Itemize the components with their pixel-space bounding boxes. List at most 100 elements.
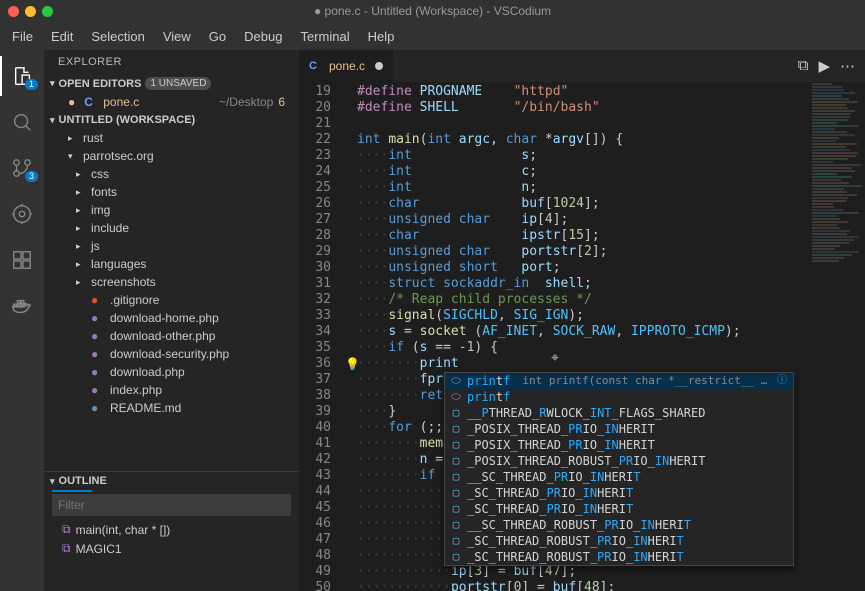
- editor[interactable]: 1920212223242526272829303132333435363738…: [299, 82, 865, 591]
- folder-item[interactable]: ▸css: [44, 165, 299, 183]
- code-line[interactable]: ····/* Reap child processes */: [341, 292, 865, 308]
- file-item[interactable]: .gitignore: [44, 291, 299, 309]
- close-window-button[interactable]: [8, 6, 19, 17]
- constant-icon: ⧉: [62, 541, 71, 556]
- explorer-icon[interactable]: 1: [0, 56, 44, 96]
- suggest-item[interactable]: ▢_POSIX_THREAD_ROBUST_PRIO_INHERIT: [445, 453, 793, 469]
- outline-filter-input[interactable]: [52, 494, 291, 516]
- line-number: 34: [301, 324, 331, 340]
- workspace-header[interactable]: UNTITLED (WORKSPACE): [44, 111, 299, 129]
- explorer-badge: 1: [25, 79, 38, 90]
- code-line[interactable]: #define SHELL "/bin/bash": [341, 100, 865, 116]
- more-icon[interactable]: ⋯: [840, 57, 855, 75]
- run-icon[interactable]: ▶: [818, 57, 830, 75]
- extensions-icon[interactable]: [0, 240, 44, 280]
- lightbulb-icon[interactable]: 💡: [345, 356, 360, 372]
- suggest-item[interactable]: ▢_POSIX_THREAD_PRIO_INHERIT: [445, 437, 793, 453]
- line-number: 27: [301, 212, 331, 228]
- suggest-item[interactable]: ▢__SC_THREAD_PRIO_INHERIT: [445, 469, 793, 485]
- code-line[interactable]: ····int c;: [341, 164, 865, 180]
- line-number: 38: [301, 388, 331, 404]
- folder-item[interactable]: ▸include: [44, 219, 299, 237]
- suggest-item[interactable]: ▢_SC_THREAD_PRIO_INHERIT: [445, 485, 793, 501]
- outline-header[interactable]: OUTLINE: [44, 472, 299, 490]
- menu-edit[interactable]: Edit: [43, 25, 81, 48]
- code-line[interactable]: ····struct sockaddr_in shell;: [341, 276, 865, 292]
- minimap[interactable]: [810, 82, 865, 591]
- menu-selection[interactable]: Selection: [83, 25, 152, 48]
- open-editors-header[interactable]: OPEN EDITORS 1 UNSAVED: [44, 74, 299, 93]
- file-item[interactable]: download-home.php: [44, 309, 299, 327]
- code-line[interactable]: ····int n;: [341, 180, 865, 196]
- info-icon[interactable]: ⓘ: [777, 373, 789, 389]
- code-line[interactable]: [341, 116, 865, 132]
- c-file-icon: [309, 60, 323, 72]
- open-editor-item[interactable]: ● pone.c ~/Desktop 6: [44, 93, 299, 111]
- function-icon: ⧉: [62, 522, 71, 537]
- line-number: 30: [301, 260, 331, 276]
- suggest-item[interactable]: ▢__PTHREAD_RWLOCK_INT_FLAGS_SHARED: [445, 405, 793, 421]
- folder-item[interactable]: ▸rust: [44, 129, 299, 147]
- dirty-dot: ●: [68, 95, 79, 109]
- suggest-widget[interactable]: ⬭printfint printf(const char *__restrict…: [444, 372, 794, 566]
- line-number: 24: [301, 164, 331, 180]
- titlebar: ● pone.c - Untitled (Workspace) - VSCodi…: [0, 0, 865, 22]
- suggest-item[interactable]: ▢_SC_THREAD_ROBUST_PRIO_INHERIT: [445, 533, 793, 549]
- scm-badge: 3: [25, 171, 38, 182]
- folder-item[interactable]: ▾parrotsec.org: [44, 147, 299, 165]
- file-item[interactable]: download.php: [44, 363, 299, 381]
- suggest-item[interactable]: ▢_SC_THREAD_ROBUST_PRIO_INHERIT: [445, 549, 793, 565]
- menu-debug[interactable]: Debug: [236, 25, 290, 48]
- suggest-item[interactable]: ▢_SC_THREAD_PRIO_INHERIT: [445, 501, 793, 517]
- editor-tab[interactable]: pone.c: [299, 50, 394, 82]
- suggest-item[interactable]: ⬭printf: [445, 389, 793, 405]
- suggest-item[interactable]: ▢__SC_THREAD_ROBUST_PRIO_INHERIT: [445, 517, 793, 533]
- activity-bar: 1 3: [0, 50, 44, 591]
- code-line[interactable]: ····unsigned char ip[4];: [341, 212, 865, 228]
- code-line[interactable]: ············ip[3] = buf[47];: [341, 564, 865, 580]
- code-line[interactable]: ····char ipstr[15];: [341, 228, 865, 244]
- search-icon[interactable]: [0, 102, 44, 142]
- scm-icon[interactable]: 3: [0, 148, 44, 188]
- file-item[interactable]: download-other.php: [44, 327, 299, 345]
- file-item[interactable]: index.php: [44, 381, 299, 399]
- menu-go[interactable]: Go: [201, 25, 234, 48]
- code-line[interactable]: ····char buf[1024];: [341, 196, 865, 212]
- folder-item[interactable]: ▸js: [44, 237, 299, 255]
- menu-terminal[interactable]: Terminal: [292, 25, 357, 48]
- file-item[interactable]: download-security.php: [44, 345, 299, 363]
- code-line[interactable]: ········print: [341, 356, 865, 372]
- split-editor-icon[interactable]: ⧉: [798, 57, 809, 75]
- suggest-item[interactable]: ⬭printfint printf(const char *__restrict…: [445, 373, 793, 389]
- folder-item[interactable]: ▸fonts: [44, 183, 299, 201]
- code-line[interactable]: #define PROGNAME "httpd": [341, 84, 865, 100]
- window-controls: [8, 6, 53, 17]
- file-item[interactable]: README.md: [44, 399, 299, 417]
- outline-item[interactable]: ⧉ MAGIC1: [44, 539, 299, 558]
- folder-item[interactable]: ▸languages: [44, 255, 299, 273]
- suggest-item[interactable]: ▢_POSIX_THREAD_PRIO_INHERIT: [445, 421, 793, 437]
- outline-item[interactable]: ⧉ main(int, char * []): [44, 520, 299, 539]
- code-line[interactable]: ····int s;: [341, 148, 865, 164]
- line-number: 35: [301, 340, 331, 356]
- folder-item[interactable]: ▸screenshots: [44, 273, 299, 291]
- problems-count: 6: [278, 95, 293, 109]
- folder-item[interactable]: ▸img: [44, 201, 299, 219]
- code-line[interactable]: ····unsigned short port;: [341, 260, 865, 276]
- menu-help[interactable]: Help: [360, 25, 403, 48]
- code-line[interactable]: ············portstr[0] = buf[48];: [341, 580, 865, 591]
- code-line[interactable]: ····signal(SIGCHLD, SIG_IGN);: [341, 308, 865, 324]
- code-line[interactable]: int main(int argc, char *argv[]) {: [341, 132, 865, 148]
- line-number: 25: [301, 180, 331, 196]
- debug-icon[interactable]: [0, 194, 44, 234]
- code-line[interactable]: ····unsigned char portstr[2];: [341, 244, 865, 260]
- line-number: 50: [301, 580, 331, 591]
- menu-file[interactable]: File: [4, 25, 41, 48]
- code-line[interactable]: ····s = socket (AF_INET, SOCK_RAW, IPPRO…: [341, 324, 865, 340]
- maximize-window-button[interactable]: [42, 6, 53, 17]
- tab-label: pone.c: [329, 59, 365, 73]
- menu-view[interactable]: View: [155, 25, 199, 48]
- minimize-window-button[interactable]: [25, 6, 36, 17]
- code-line[interactable]: ····if (s == -1) {: [341, 340, 865, 356]
- docker-icon[interactable]: [0, 286, 44, 326]
